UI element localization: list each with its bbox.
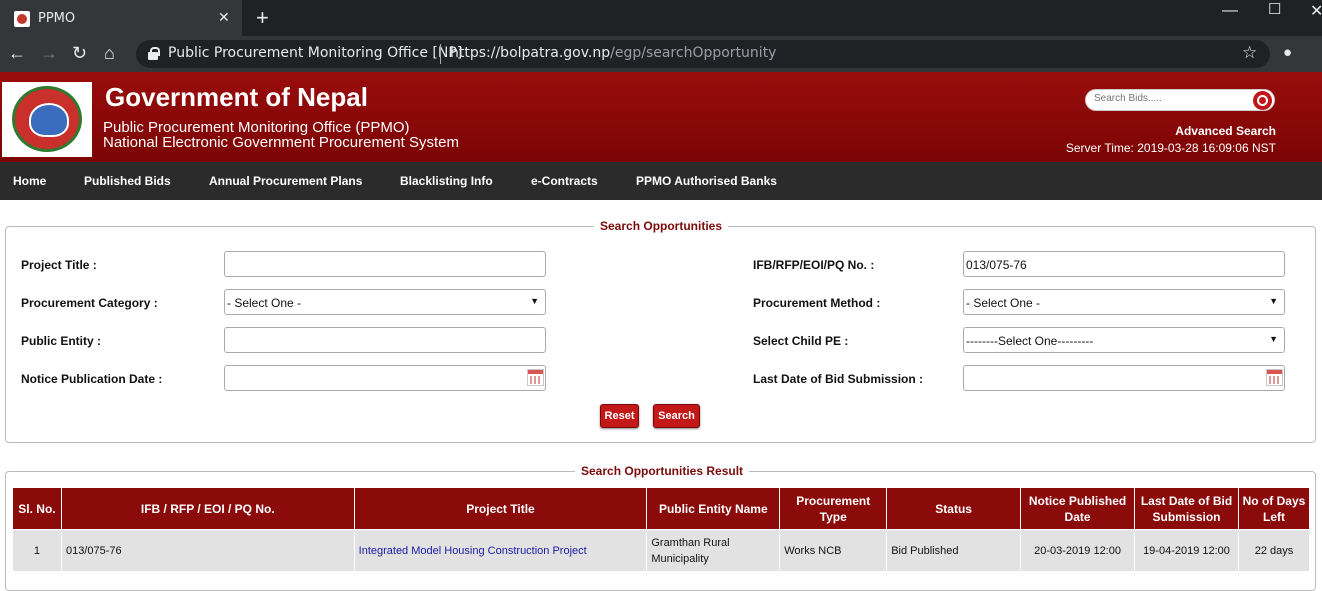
maximize-icon[interactable]: ☐ [1268, 0, 1281, 18]
results-table: Sl. No. IFB / RFP / EOI / PQ No. Project… [12, 487, 1311, 572]
ifb-number-input[interactable]: 013/075-76 [963, 251, 1285, 277]
browser-toolbar: ← → ↻ ⌂ Public Procurement Monitoring Of… [0, 36, 1322, 72]
column-header[interactable]: Procurement Type [779, 487, 888, 530]
url-text[interactable]: https://bolpatra.gov.np/egp/searchOpport… [450, 45, 776, 61]
project-title-label: Project Title : [21, 258, 97, 272]
table-header-row: Sl. No. IFB / RFP / EOI / PQ No. Project… [12, 487, 1311, 530]
address-bar[interactable]: Public Procurement Monitoring Office [NP… [136, 40, 1270, 68]
column-header[interactable]: Sl. No. [12, 487, 62, 530]
procurement-category-label: Procurement Category : [21, 296, 158, 310]
close-window-icon[interactable]: ✕ [1310, 1, 1322, 21]
nepal-emblem-logo [2, 82, 92, 157]
server-time: Server Time: 2019-03-28 16:09:06 NST [1065, 141, 1276, 155]
column-header[interactable]: No of Days Left [1237, 487, 1311, 530]
reload-icon[interactable]: ↻ [72, 43, 87, 64]
column-header[interactable]: Notice Published Date [1020, 487, 1136, 530]
calendar-icon[interactable] [1266, 369, 1283, 386]
column-header[interactable]: Status [886, 487, 1022, 530]
cell-public-entity: Gramthan Rural Municipality [646, 529, 781, 572]
public-entity-label: Public Entity : [21, 334, 102, 348]
notice-publication-date-input[interactable] [224, 365, 546, 391]
procurement-method-label: Procurement Method : [753, 296, 881, 310]
search-results-legend: Search Opportunities Result [575, 464, 750, 478]
cell-procurement-type: Works NCB [779, 529, 888, 572]
last-date-bid-submission-input[interactable] [963, 365, 1285, 391]
lock-icon[interactable] [148, 47, 160, 60]
dropdown-arrow-icon: ▼ [1269, 296, 1278, 306]
site-header: Government of Nepal Public Procurement M… [0, 72, 1322, 162]
nav-published-bids[interactable]: Published Bids [84, 174, 171, 188]
cell-ifb-number: 013/075-76 [60, 529, 355, 572]
select-child-pe-value: --------Select One--------- [966, 334, 1094, 348]
search-bids-input[interactable] [1094, 93, 1244, 104]
cell-project-title: Integrated Model Housing Construction Pr… [353, 529, 648, 572]
favicon-icon [14, 11, 30, 27]
table-row[interactable]: 1 013/075-76 Integrated Model Housing Co… [12, 529, 1311, 572]
procurement-category-value: - Select One - [227, 296, 302, 310]
notice-publication-date-label: Notice Publication Date : [21, 372, 163, 386]
browser-tab-bar: PPMO ✕ + — ☐ ✕ [0, 0, 1322, 36]
public-entity-input[interactable] [224, 327, 546, 353]
nav-home[interactable]: Home [13, 174, 46, 188]
incognito-icon[interactable]: ● [1283, 44, 1292, 61]
main-nav: Home Published Bids Annual Procurement P… [0, 162, 1322, 200]
dropdown-arrow-icon: ▼ [1269, 334, 1278, 344]
divider [440, 44, 441, 64]
home-icon[interactable]: ⌂ [104, 43, 115, 64]
procurement-method-select[interactable]: - Select One - ▼ [963, 289, 1285, 315]
select-child-pe-label: Select Child PE : [753, 334, 849, 348]
column-header[interactable]: Public Entity Name [646, 487, 781, 530]
nav-e-contracts[interactable]: e-Contracts [531, 174, 598, 188]
nav-ppmo-authorised-banks[interactable]: PPMO Authorised Banks [636, 174, 777, 188]
search-bids-box [1085, 89, 1275, 111]
procurement-category-select[interactable]: - Select One - ▼ [224, 289, 546, 315]
nav-annual-procurement-plans[interactable]: Annual Procurement Plans [209, 174, 362, 188]
calendar-icon[interactable] [527, 369, 544, 386]
ifb-number-label: IFB/RFP/EOI/PQ No. : [753, 258, 875, 272]
select-child-pe-select[interactable]: --------Select One--------- ▼ [963, 327, 1285, 353]
dropdown-arrow-icon: ▼ [530, 296, 539, 306]
column-header[interactable]: Project Title [353, 487, 648, 530]
site-subtitle-egp: National Electronic Government Procureme… [103, 134, 459, 151]
column-header[interactable]: IFB / RFP / EOI / PQ No. [60, 487, 355, 530]
cell-last-date-submission: 19-04-2019 12:00 [1134, 529, 1239, 572]
forward-icon[interactable]: → [40, 43, 58, 64]
search-opportunities-legend: Search Opportunities [594, 219, 729, 233]
cell-status: Bid Published [886, 529, 1022, 572]
column-header[interactable]: Last Date of Bid Submission [1134, 487, 1239, 530]
cell-sl-no: 1 [12, 529, 62, 572]
bookmark-star-icon[interactable]: ☆ [1242, 43, 1257, 63]
site-identity: Public Procurement Monitoring Office [NP… [168, 45, 463, 61]
new-tab-icon[interactable]: + [256, 5, 269, 31]
close-tab-icon[interactable]: ✕ [218, 9, 230, 26]
site-title: Government of Nepal [105, 82, 368, 112]
back-icon[interactable]: ← [8, 43, 26, 64]
project-title-link[interactable]: Integrated Model Housing Construction Pr… [359, 545, 587, 557]
minimize-icon[interactable]: — [1222, 2, 1238, 20]
browser-tab[interactable]: PPMO ✕ [0, 0, 242, 36]
tab-title: PPMO [38, 11, 76, 26]
cell-notice-published-date: 20-03-2019 12:00 [1020, 529, 1136, 572]
procurement-method-value: - Select One - [966, 296, 1041, 310]
advanced-search-link[interactable]: Advanced Search [1175, 124, 1276, 138]
last-date-bid-submission-label: Last Date of Bid Submission : [753, 372, 924, 386]
search-button[interactable]: Search [653, 404, 700, 428]
reset-button[interactable]: Reset [600, 404, 639, 428]
project-title-input[interactable] [224, 251, 546, 277]
search-icon[interactable] [1253, 91, 1272, 110]
nav-blacklisting-info[interactable]: Blacklisting Info [400, 174, 493, 188]
cell-days-left: 22 days [1237, 529, 1311, 572]
